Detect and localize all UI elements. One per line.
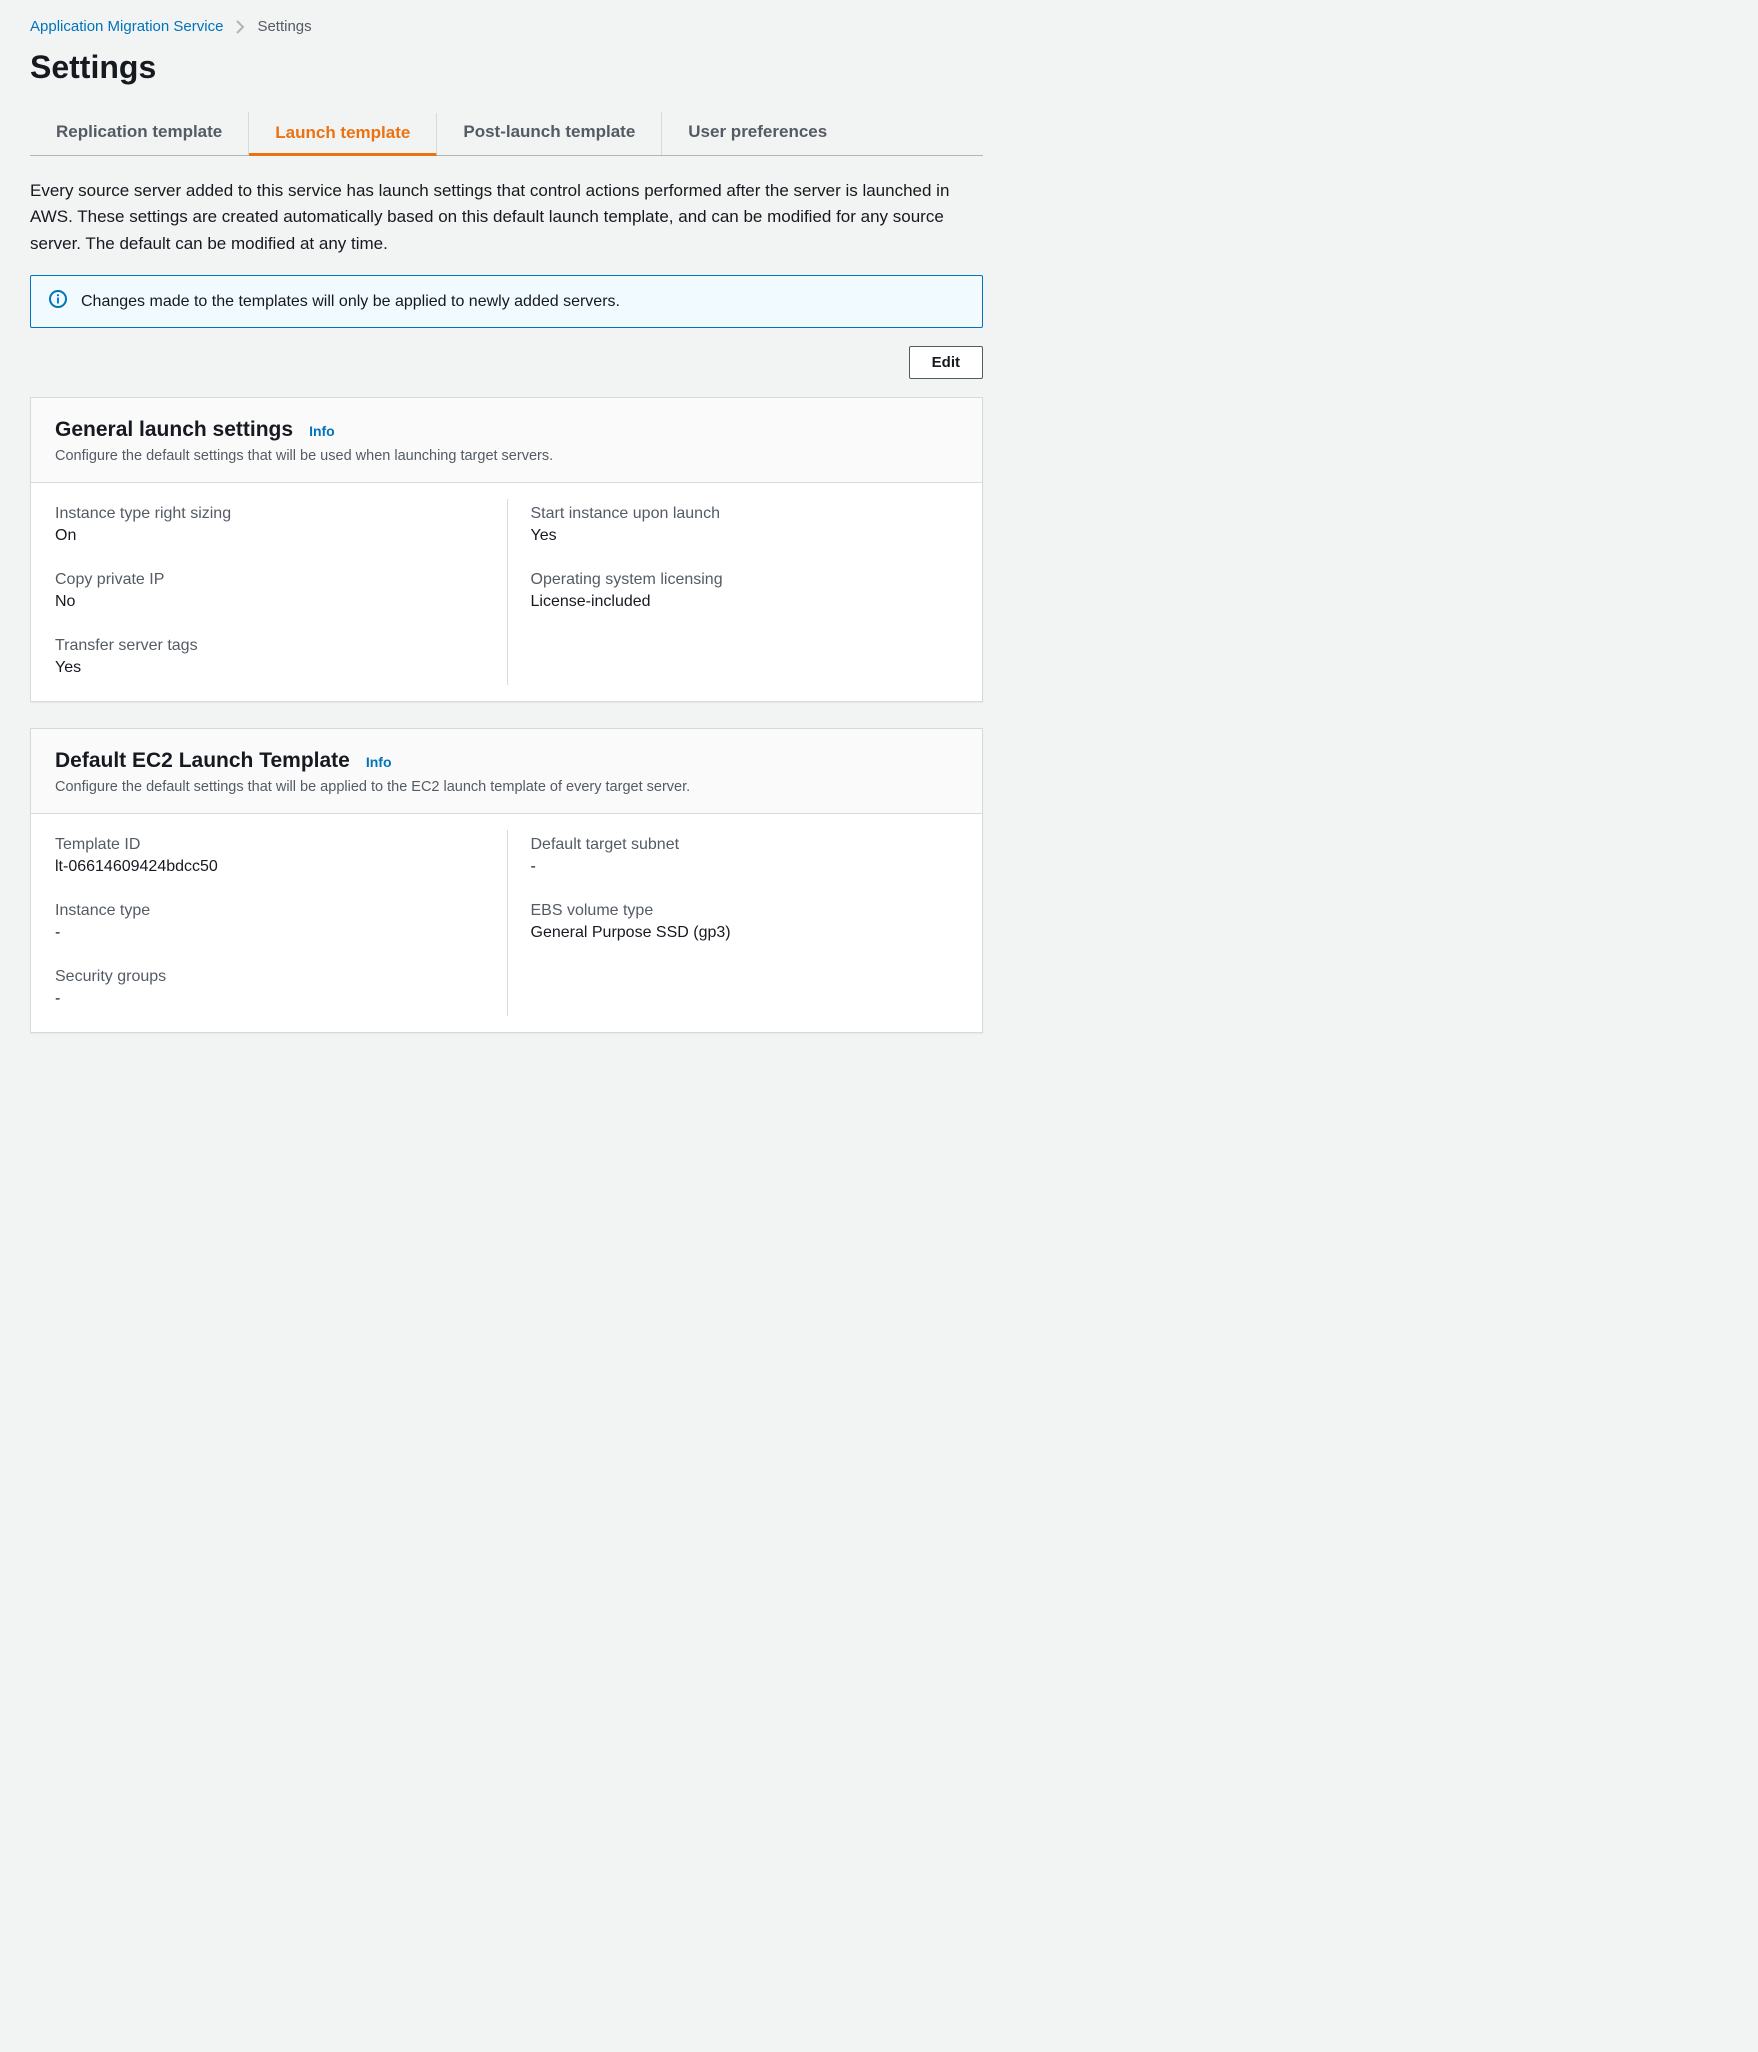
kv-copy-private-ip: Copy private IP No [55, 571, 483, 611]
panel-ec2-launch-template: Default EC2 Launch Template Info Configu… [30, 728, 983, 1033]
info-link[interactable]: Info [309, 423, 335, 439]
kv-default-subnet: Default target subnet - [531, 836, 959, 876]
kv-value: - [55, 990, 483, 1008]
breadcrumb: Application Migration Service Settings [30, 18, 983, 35]
tab-description: Every source server added to this servic… [30, 178, 983, 257]
kv-os-licensing: Operating system licensing License-inclu… [531, 571, 959, 611]
panel-col-right: Default target subnet - EBS volume type … [507, 814, 983, 1032]
panel-body: Template ID lt-06614609424bdcc50 Instanc… [31, 814, 982, 1032]
breadcrumb-current: Settings [257, 18, 311, 35]
tab-post-launch-template[interactable]: Post-launch template [437, 112, 662, 155]
panel-col-right: Start instance upon launch Yes Operating… [507, 483, 983, 701]
kv-label: Copy private IP [55, 571, 483, 589]
tab-replication-template[interactable]: Replication template [30, 112, 249, 155]
kv-label: Default target subnet [531, 836, 959, 854]
chevron-right-icon [235, 20, 245, 34]
kv-value: General Purpose SSD (gp3) [531, 924, 959, 942]
kv-ebs-volume-type: EBS volume type General Purpose SSD (gp3… [531, 902, 959, 942]
info-icon [49, 290, 67, 313]
kv-start-instance: Start instance upon launch Yes [531, 505, 959, 545]
panel-body: Instance type right sizing On Copy priva… [31, 483, 982, 701]
kv-label: Start instance upon launch [531, 505, 959, 523]
info-alert-message: Changes made to the templates will only … [81, 293, 620, 311]
kv-value: Yes [531, 527, 959, 545]
kv-transfer-server-tags: Transfer server tags Yes [55, 637, 483, 677]
action-row: Edit [30, 346, 983, 379]
kv-value: On [55, 527, 483, 545]
panel-header: General launch settings Info Configure t… [31, 398, 982, 483]
panel-title: General launch settings [55, 418, 293, 442]
panel-col-left: Template ID lt-06614609424bdcc50 Instanc… [31, 814, 507, 1032]
info-alert: Changes made to the templates will only … [30, 275, 983, 328]
tabs: Replication template Launch template Pos… [30, 112, 983, 156]
page-title: Settings [30, 49, 983, 86]
tab-launch-template[interactable]: Launch template [249, 113, 437, 156]
kv-value: License-included [531, 593, 959, 611]
kv-value: - [55, 924, 483, 942]
kv-value: lt-06614609424bdcc50 [55, 858, 483, 876]
kv-label: Transfer server tags [55, 637, 483, 655]
kv-instance-type: Instance type - [55, 902, 483, 942]
kv-value: No [55, 593, 483, 611]
kv-value: - [531, 858, 959, 876]
tab-user-preferences[interactable]: User preferences [662, 112, 853, 155]
panel-subtitle: Configure the default settings that will… [55, 779, 958, 795]
info-link[interactable]: Info [366, 754, 392, 770]
panel-header: Default EC2 Launch Template Info Configu… [31, 729, 982, 814]
panel-col-left: Instance type right sizing On Copy priva… [31, 483, 507, 701]
kv-label: Template ID [55, 836, 483, 854]
panel-title: Default EC2 Launch Template [55, 749, 350, 773]
panel-general-launch-settings: General launch settings Info Configure t… [30, 397, 983, 702]
kv-label: EBS volume type [531, 902, 959, 920]
panel-subtitle: Configure the default settings that will… [55, 448, 958, 464]
kv-label: Security groups [55, 968, 483, 986]
kv-security-groups: Security groups - [55, 968, 483, 1008]
kv-label: Instance type right sizing [55, 505, 483, 523]
kv-label: Instance type [55, 902, 483, 920]
breadcrumb-root-link[interactable]: Application Migration Service [30, 18, 223, 35]
kv-label: Operating system licensing [531, 571, 959, 589]
edit-button[interactable]: Edit [909, 346, 983, 379]
kv-template-id: Template ID lt-06614609424bdcc50 [55, 836, 483, 876]
kv-instance-right-sizing: Instance type right sizing On [55, 505, 483, 545]
kv-value: Yes [55, 659, 483, 677]
